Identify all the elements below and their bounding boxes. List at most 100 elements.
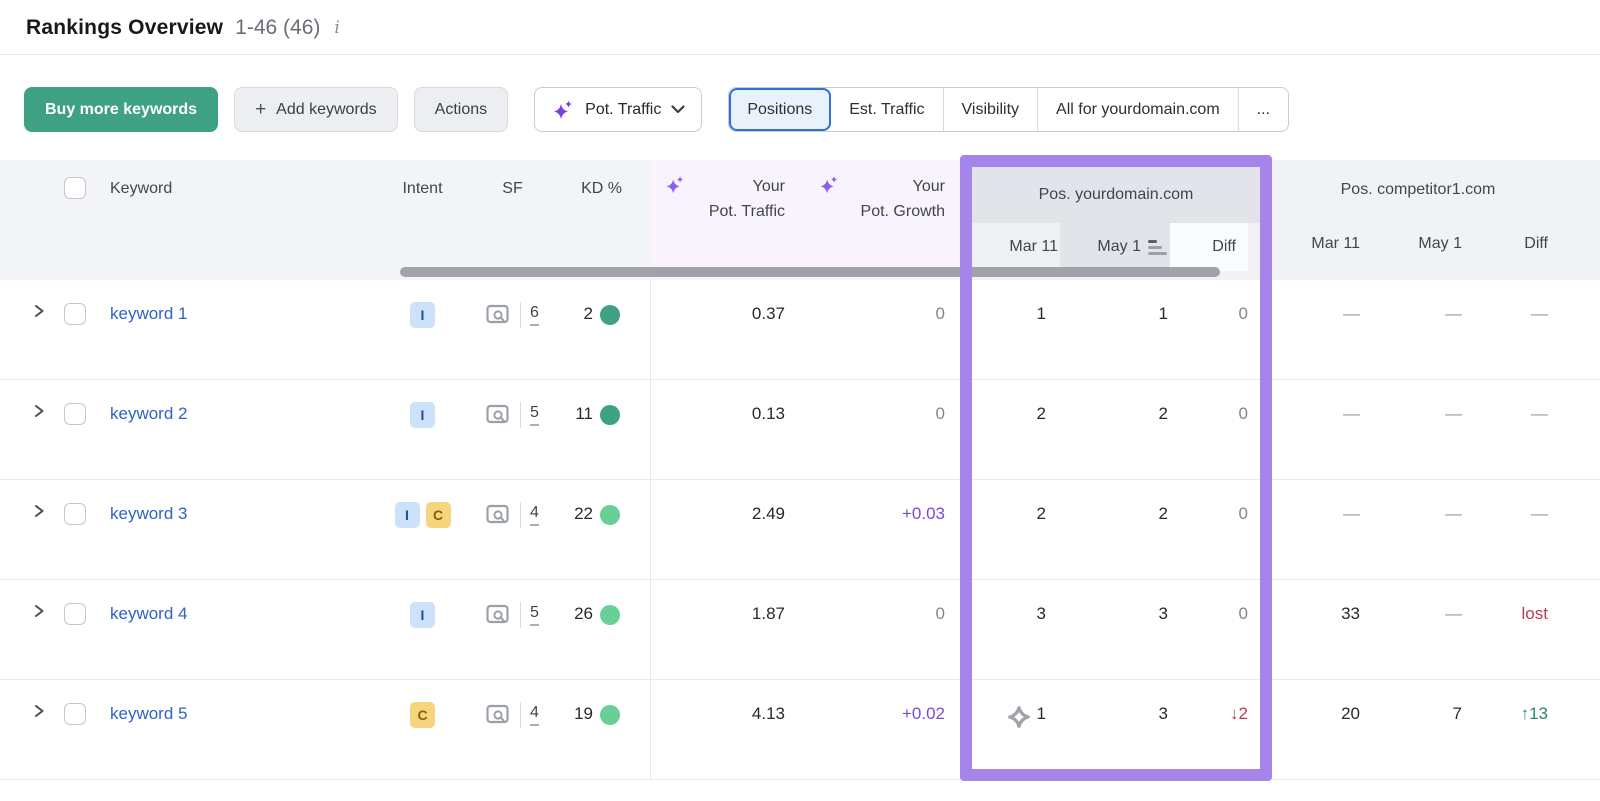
intent-badge-informational[interactable]: I (394, 502, 420, 528)
sf-count[interactable]: 5 (530, 604, 539, 626)
pot-traffic-value: 0.13 (650, 380, 790, 479)
add-keywords-button[interactable]: + Add keywords (234, 87, 398, 132)
pot-growth-value: 0 (935, 404, 945, 423)
col-intent[interactable]: Intent (375, 160, 470, 280)
sf-count[interactable]: 4 (530, 504, 539, 526)
col-pot-growth-line1: Your (912, 178, 945, 195)
sf-divider (520, 402, 522, 428)
tab-more[interactable]: ... (1239, 88, 1288, 131)
kd-difficulty-dot (600, 405, 620, 425)
table-header: Keyword Intent SF KD % Your Pot. Traffic… (0, 160, 1600, 280)
yourdomain-date-mar11[interactable]: Mar 11 (972, 223, 1060, 271)
col-pot-growth-line2: Pot. Growth (860, 203, 945, 220)
actions-button[interactable]: Actions (413, 87, 509, 132)
horizontal-scrollbar[interactable] (400, 267, 1220, 277)
metric-dropdown-label: Pot. Traffic (585, 100, 662, 118)
yourdomain-date-may1-label: May 1 (1097, 238, 1141, 255)
row-checkbox[interactable] (64, 403, 86, 425)
col-keyword[interactable]: Keyword (110, 160, 375, 280)
add-keywords-label: Add keywords (276, 100, 377, 118)
pos-competitor1-may1: — (1445, 504, 1462, 523)
row-checkbox[interactable] (64, 703, 86, 725)
pos-competitor1-mar11: — (1343, 504, 1360, 523)
pos-competitor1-diff: ↑13 (1520, 704, 1548, 723)
sf-count[interactable]: 5 (530, 404, 539, 426)
pos-yourdomain-mar11: 2 (1036, 404, 1046, 423)
pot-growth-value: +0.02 (901, 704, 945, 723)
sparkle-icon (664, 174, 688, 198)
pos-competitor1-diff: — (1531, 504, 1548, 523)
sort-descending-icon (1148, 239, 1168, 255)
row-checkbox[interactable] (64, 603, 86, 625)
pos-competitor1-diff: lost (1521, 604, 1548, 623)
competitor1-date-mar11[interactable]: Mar 11 (1272, 220, 1372, 268)
intent-badge-commercial[interactable]: C (410, 702, 435, 728)
pos-competitor1-diff: — (1531, 304, 1548, 323)
serp-preview-icon[interactable] (486, 504, 511, 526)
row-checkbox[interactable] (64, 303, 86, 325)
kd-value: 26 (574, 604, 593, 623)
buy-more-keywords-button[interactable]: Buy more keywords (24, 87, 219, 132)
chevron-right-icon[interactable] (32, 304, 46, 318)
view-tabs: Positions Est. Traffic Visibility All fo… (728, 87, 1289, 132)
select-all-checkbox[interactable] (64, 177, 86, 199)
chevron-right-icon[interactable] (32, 704, 46, 718)
keyword-link[interactable]: keyword 1 (110, 304, 187, 324)
pos-yourdomain-may1: 1 (1158, 304, 1168, 323)
info-icon[interactable]: i (332, 18, 339, 38)
tab-visibility[interactable]: Visibility (944, 88, 1039, 131)
chevron-right-icon[interactable] (32, 604, 46, 618)
serp-preview-icon[interactable] (486, 304, 511, 326)
plus-icon: + (255, 99, 267, 120)
kd-value: 11 (575, 404, 593, 423)
sparkle-icon (818, 174, 842, 198)
tab-positions[interactable]: Positions (729, 88, 832, 131)
keyword-link[interactable]: keyword 2 (110, 404, 187, 424)
kd-value: 19 (574, 704, 593, 723)
col-pot-growth[interactable]: Your Pot. Growth (790, 160, 960, 280)
pos-yourdomain-mar11-value: 1 (1036, 704, 1046, 723)
keyword-link[interactable]: keyword 5 (110, 704, 187, 724)
pos-competitor1-may1: — (1445, 404, 1462, 423)
pos-competitor1-mar11: — (1343, 304, 1360, 323)
intent-badge-informational[interactable]: I (410, 402, 435, 428)
pot-traffic-value: 0.37 (650, 280, 790, 379)
pot-growth-value: +0.03 (901, 504, 945, 523)
sf-count[interactable]: 6 (530, 304, 539, 326)
pos-yourdomain-diff: 0 (1238, 604, 1248, 623)
col-sf[interactable]: SF (470, 160, 555, 280)
pos-yourdomain-mar11: 3 (1036, 604, 1046, 623)
chevron-right-icon[interactable] (32, 504, 46, 518)
tab-est-traffic[interactable]: Est. Traffic (831, 88, 944, 131)
pot-growth-value: 0 (935, 304, 945, 323)
pos-yourdomain-diff: ↓2 (1230, 704, 1248, 723)
group-pos-competitor1-label: Pos. competitor1.com (1340, 181, 1496, 198)
tab-all-for-yourdomain[interactable]: All for yourdomain.com (1038, 88, 1239, 131)
metric-dropdown[interactable]: Pot. Traffic (534, 87, 703, 132)
competitor1-date-may1[interactable]: May 1 (1372, 220, 1472, 268)
intent-badge-informational[interactable]: I (410, 302, 435, 328)
pot-traffic-value: 4.13 (650, 680, 790, 779)
keyword-link[interactable]: keyword 3 (110, 504, 187, 524)
col-pot-traffic[interactable]: Your Pot. Traffic (650, 160, 790, 280)
pos-competitor1-mar11: 33 (1341, 604, 1360, 623)
col-kd[interactable]: KD % (555, 160, 650, 280)
chevron-right-icon[interactable] (32, 404, 46, 418)
intent-badge-informational[interactable]: I (410, 602, 435, 628)
pos-yourdomain-diff: 0 (1238, 304, 1248, 323)
serp-preview-icon[interactable] (486, 404, 511, 426)
serp-preview-icon[interactable] (486, 704, 511, 726)
kd-value: 22 (574, 504, 593, 523)
pos-yourdomain-mar11: 1 (960, 680, 1060, 779)
row-checkbox[interactable] (64, 503, 86, 525)
sparkle-icon (551, 98, 575, 122)
yourdomain-date-may1[interactable]: May 1 (1060, 223, 1170, 271)
keyword-link[interactable]: keyword 4 (110, 604, 187, 624)
competitor1-date-diff[interactable]: Diff (1472, 220, 1600, 268)
sf-count[interactable]: 4 (530, 704, 539, 726)
yourdomain-date-diff[interactable]: Diff (1170, 223, 1248, 271)
intent-badge-commercial[interactable]: C (425, 502, 451, 528)
page-title: Rankings Overview (26, 16, 224, 39)
pot-growth-value: 0 (935, 604, 945, 623)
serp-preview-icon[interactable] (486, 604, 511, 626)
